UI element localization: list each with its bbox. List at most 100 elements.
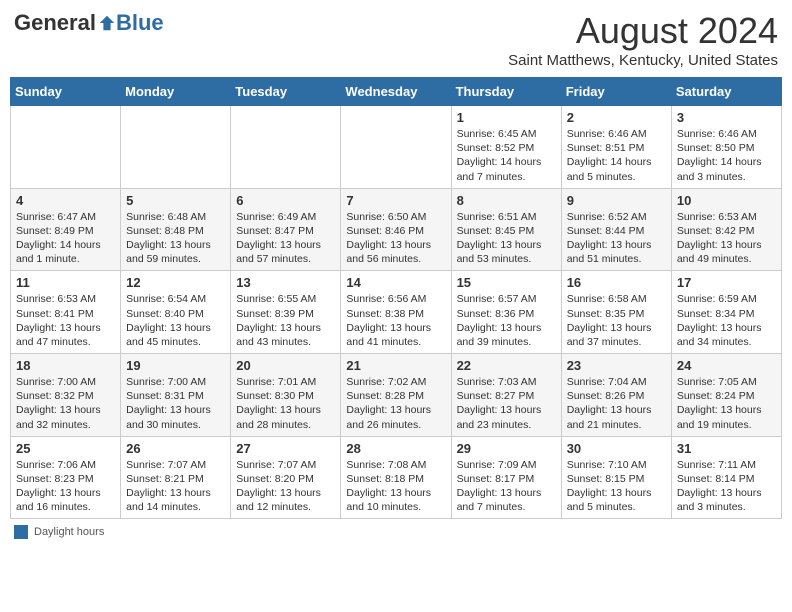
calendar-week-row: 4Sunrise: 6:47 AMSunset: 8:49 PMDaylight… bbox=[11, 188, 782, 271]
calendar-col-header: Wednesday bbox=[341, 78, 451, 106]
legend-label: Daylight hours bbox=[34, 526, 104, 538]
day-info: Sunrise: 7:05 AM bbox=[677, 375, 776, 389]
day-info: and 30 minutes. bbox=[126, 418, 225, 432]
day-info: Sunset: 8:17 PM bbox=[457, 472, 556, 486]
day-info: Daylight: 13 hours bbox=[677, 403, 776, 417]
day-number: 25 bbox=[16, 441, 115, 456]
day-info: Sunrise: 6:53 AM bbox=[677, 210, 776, 224]
day-number: 10 bbox=[677, 193, 776, 208]
day-info: Daylight: 13 hours bbox=[677, 321, 776, 335]
day-info: Sunrise: 7:10 AM bbox=[567, 458, 666, 472]
day-info: Daylight: 13 hours bbox=[126, 321, 225, 335]
day-info: and 34 minutes. bbox=[677, 335, 776, 349]
day-info: Sunset: 8:26 PM bbox=[567, 389, 666, 403]
day-info: and 23 minutes. bbox=[457, 418, 556, 432]
day-info: Sunset: 8:49 PM bbox=[16, 224, 115, 238]
calendar-week-row: 11Sunrise: 6:53 AMSunset: 8:41 PMDayligh… bbox=[11, 271, 782, 354]
calendar-cell: 26Sunrise: 7:07 AMSunset: 8:21 PMDayligh… bbox=[121, 436, 231, 519]
day-info: Daylight: 13 hours bbox=[126, 403, 225, 417]
day-info: and 56 minutes. bbox=[346, 252, 445, 266]
day-info: Sunrise: 6:46 AM bbox=[567, 127, 666, 141]
day-info: Sunrise: 7:00 AM bbox=[126, 375, 225, 389]
logo-general-text: General bbox=[14, 10, 96, 36]
day-info: Daylight: 13 hours bbox=[567, 486, 666, 500]
day-info: Sunset: 8:40 PM bbox=[126, 307, 225, 321]
day-number: 1 bbox=[457, 110, 556, 125]
day-info: Daylight: 13 hours bbox=[16, 486, 115, 500]
calendar-cell: 11Sunrise: 6:53 AMSunset: 8:41 PMDayligh… bbox=[11, 271, 121, 354]
calendar-col-header: Sunday bbox=[11, 78, 121, 106]
day-number: 18 bbox=[16, 358, 115, 373]
day-info: Daylight: 13 hours bbox=[677, 486, 776, 500]
day-number: 20 bbox=[236, 358, 335, 373]
day-info: and 16 minutes. bbox=[16, 500, 115, 514]
day-info: and 32 minutes. bbox=[16, 418, 115, 432]
day-number: 29 bbox=[457, 441, 556, 456]
day-info: Sunset: 8:28 PM bbox=[346, 389, 445, 403]
calendar-cell: 20Sunrise: 7:01 AMSunset: 8:30 PMDayligh… bbox=[231, 354, 341, 437]
day-info: Sunrise: 7:01 AM bbox=[236, 375, 335, 389]
day-info: Sunrise: 6:50 AM bbox=[346, 210, 445, 224]
day-info: Sunset: 8:32 PM bbox=[16, 389, 115, 403]
day-info: and 3 minutes. bbox=[677, 170, 776, 184]
day-number: 22 bbox=[457, 358, 556, 373]
calendar-body: 1 Sunrise: 6:45 AMSunset: 8:52 PM Daylight… bbox=[11, 106, 782, 519]
header: General Blue August 2024 Saint Matthews,… bbox=[10, 10, 782, 69]
day-number: 17 bbox=[677, 275, 776, 290]
day-info: Sunset: 8:46 PM bbox=[346, 224, 445, 238]
day-number: 6 bbox=[236, 193, 335, 208]
day-info: and 7 minutes. bbox=[457, 500, 556, 514]
day-info: Sunrise: 6:56 AM bbox=[346, 292, 445, 306]
calendar-cell: 5Sunrise: 6:48 AMSunset: 8:48 PMDaylight… bbox=[121, 188, 231, 271]
calendar-week-row: 25Sunrise: 7:06 AMSunset: 8:23 PMDayligh… bbox=[11, 436, 782, 519]
day-info: and 28 minutes. bbox=[236, 418, 335, 432]
day-number: 27 bbox=[236, 441, 335, 456]
day-info: Sunrise: 6:55 AM bbox=[236, 292, 335, 306]
day-info: Sunrise: 6:57 AM bbox=[457, 292, 556, 306]
day-number: 5 bbox=[126, 193, 225, 208]
day-info: Sunrise: 7:07 AM bbox=[236, 458, 335, 472]
day-info: and 10 minutes. bbox=[346, 500, 445, 514]
calendar-cell: 25Sunrise: 7:06 AMSunset: 8:23 PMDayligh… bbox=[11, 436, 121, 519]
day-info: Sunset: 8:36 PM bbox=[457, 307, 556, 321]
day-info: Daylight: 13 hours bbox=[567, 403, 666, 417]
day-number: 23 bbox=[567, 358, 666, 373]
day-info: Sunset: 8:24 PM bbox=[677, 389, 776, 403]
calendar-cell: 24Sunrise: 7:05 AMSunset: 8:24 PMDayligh… bbox=[671, 354, 781, 437]
day-info: Sunset: 8:34 PM bbox=[677, 307, 776, 321]
day-info: Sunrise: 7:09 AM bbox=[457, 458, 556, 472]
calendar-cell: 13Sunrise: 6:55 AMSunset: 8:39 PMDayligh… bbox=[231, 271, 341, 354]
day-info: Daylight: 13 hours bbox=[16, 321, 115, 335]
day-info: and 5 minutes. bbox=[567, 500, 666, 514]
day-info: Sunrise: 6:45 AM bbox=[457, 127, 556, 141]
day-number: 19 bbox=[126, 358, 225, 373]
day-info: Sunrise: 6:59 AM bbox=[677, 292, 776, 306]
day-info: Sunset: 8:41 PM bbox=[16, 307, 115, 321]
calendar-col-header: Friday bbox=[561, 78, 671, 106]
day-info: Sunset: 8:14 PM bbox=[677, 472, 776, 486]
calendar-cell: 12Sunrise: 6:54 AMSunset: 8:40 PMDayligh… bbox=[121, 271, 231, 354]
day-number: 12 bbox=[126, 275, 225, 290]
day-info: Daylight: 13 hours bbox=[346, 403, 445, 417]
logo: General Blue bbox=[14, 10, 164, 36]
day-info: Daylight: 13 hours bbox=[126, 238, 225, 252]
day-info: and 47 minutes. bbox=[16, 335, 115, 349]
day-info: Sunrise: 6:53 AM bbox=[16, 292, 115, 306]
calendar-cell: 10Sunrise: 6:53 AMSunset: 8:42 PMDayligh… bbox=[671, 188, 781, 271]
day-info: Sunset: 8:27 PM bbox=[457, 389, 556, 403]
footer-note: Daylight hours bbox=[10, 525, 782, 539]
day-info: Sunset: 8:44 PM bbox=[567, 224, 666, 238]
day-info: and 1 minute. bbox=[16, 252, 115, 266]
calendar-cell: 8Sunrise: 6:51 AMSunset: 8:45 PMDaylight… bbox=[451, 188, 561, 271]
calendar-cell: 23 Sunrise: 7:04 AMSunset: 8:26 PMDayligh… bbox=[561, 354, 671, 437]
day-info: Sunset: 8:39 PM bbox=[236, 307, 335, 321]
day-info: Daylight: 13 hours bbox=[16, 403, 115, 417]
calendar-week-row: 1 Sunrise: 6:45 AMSunset: 8:52 PM Daylight… bbox=[11, 106, 782, 189]
day-info: Sunset: 8:52 PM bbox=[457, 141, 556, 155]
day-info: Sunrise: 7:11 AM bbox=[677, 458, 776, 472]
day-info: Daylight: 14 hours bbox=[567, 155, 666, 169]
day-info: Daylight: 13 hours bbox=[677, 238, 776, 252]
day-info: Sunrise: 7:04 AM bbox=[567, 375, 666, 389]
calendar-cell: 14Sunrise: 6:56 AMSunset: 8:38 PMDayligh… bbox=[341, 271, 451, 354]
day-number: 9 bbox=[567, 193, 666, 208]
